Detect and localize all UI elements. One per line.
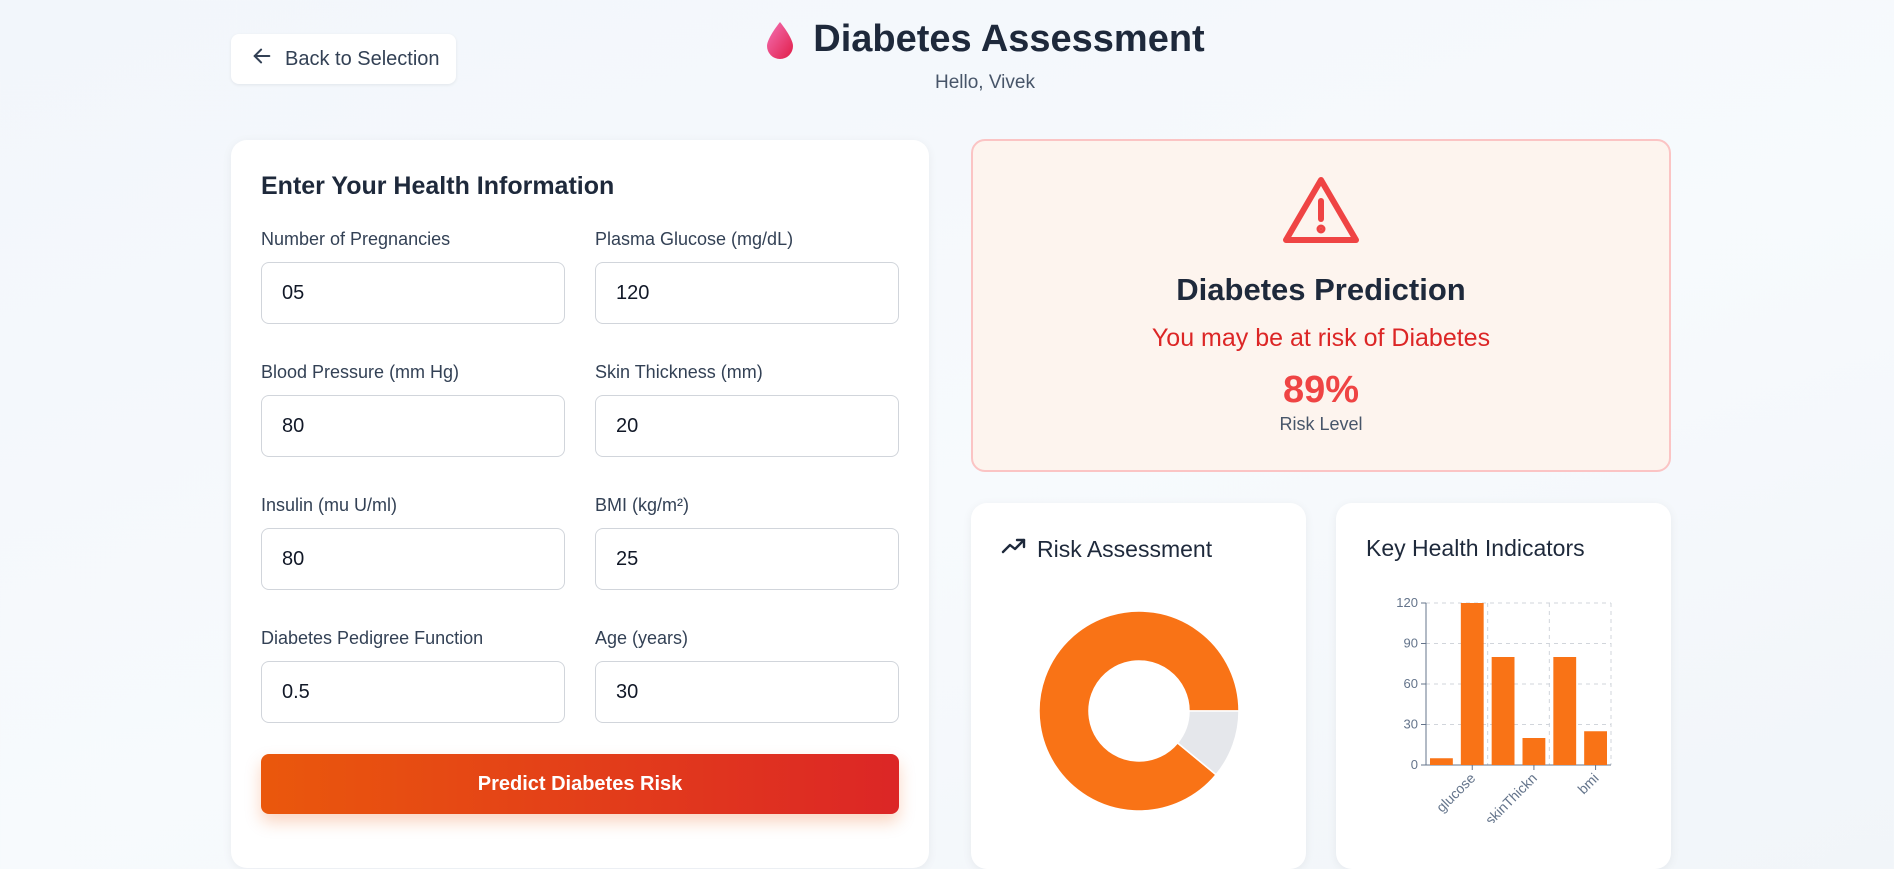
insulin-label: Insulin (mu U/ml) <box>261 495 398 515</box>
result-message: You may be at risk of Diabetes <box>1151 324 1491 352</box>
glucose-input[interactable] <box>595 262 899 324</box>
trending-up-icon <box>1001 535 1027 563</box>
pregnancies-field: Number of Pregnancies <box>261 229 565 324</box>
pedigree-label: Diabetes Pedigree Function <box>261 628 484 648</box>
form-title: Enter Your Health Information <box>261 172 615 200</box>
risk-donut-chart <box>1039 611 1239 811</box>
page-title: Diabetes Assessment <box>813 18 1205 60</box>
bar-skinThickn <box>1522 738 1546 765</box>
bmi-input[interactable] <box>595 528 899 590</box>
result-title: Diabetes Prediction <box>1176 272 1466 307</box>
predict-button[interactable]: Predict Diabetes Risk <box>261 754 899 814</box>
y-tick-label: 0 <box>1411 757 1418 772</box>
risk-level-caption: Risk Level <box>1279 414 1363 434</box>
age-label: Age (years) <box>595 628 689 648</box>
bar-bloodPressure <box>1491 657 1515 765</box>
bar-insulin <box>1553 657 1577 765</box>
bar-bmi <box>1584 731 1607 765</box>
glucose-label: Plasma Glucose (mg/dL) <box>595 229 794 249</box>
blood-pressure-input[interactable] <box>261 395 565 457</box>
key-health-indicators-title: Key Health Indicators <box>1366 535 1585 561</box>
skin-thickness-label: Skin Thickness (mm) <box>595 362 763 382</box>
y-tick-label: 60 <box>1404 676 1418 691</box>
x-tick-label: skinThickn <box>1482 770 1540 823</box>
pregnancies-label: Number of Pregnancies <box>261 229 451 249</box>
warning-triangle-icon <box>973 175 1669 250</box>
bar-glucose <box>1460 603 1484 765</box>
x-tick-label: bmi <box>1574 770 1601 797</box>
key-health-indicators-card: Key Health Indicators 0 30 60 90 120 glucose s… <box>1336 503 1671 869</box>
health-indicators-bar-chart: 0 30 60 90 120 glucose skinThickn bmi <box>1396 595 1612 823</box>
page-header: Diabetes Assessment Hello, Vivek <box>0 18 1894 94</box>
bmi-field: BMI (kg/m²) <box>595 495 899 590</box>
age-field: Age (years) <box>595 628 899 723</box>
health-info-form: Enter Your Health Information Number of … <box>231 140 929 868</box>
pedigree-input[interactable] <box>261 661 565 723</box>
blood-pressure-field: Blood Pressure (mm Hg) <box>261 362 565 457</box>
pregnancies-input[interactable] <box>261 262 565 324</box>
insulin-input[interactable] <box>261 528 565 590</box>
risk-assessment-title: Risk Assessment <box>1037 535 1213 562</box>
blood-drop-icon <box>765 21 795 59</box>
y-tick-label: 90 <box>1404 636 1418 651</box>
pedigree-field: Diabetes Pedigree Function <box>261 628 565 723</box>
skin-thickness-input[interactable] <box>595 395 899 457</box>
greeting-text: Hello, Vivek <box>935 71 1035 93</box>
bar-pregnancies <box>1430 758 1453 765</box>
glucose-field: Plasma Glucose (mg/dL) <box>595 229 899 324</box>
age-input[interactable] <box>595 661 899 723</box>
prediction-result-card: Diabetes Prediction You may be at risk o… <box>971 139 1671 472</box>
insulin-field: Insulin (mu U/ml) <box>261 495 565 590</box>
risk-assessment-card: Risk Assessment <box>971 503 1306 869</box>
x-tick-label: glucose <box>1433 770 1479 816</box>
bmi-label: BMI (kg/m²) <box>595 495 689 515</box>
risk-percentage: 89% <box>1282 369 1360 411</box>
blood-pressure-label: Blood Pressure (mm Hg) <box>261 362 460 382</box>
skin-thickness-field: Skin Thickness (mm) <box>595 362 899 457</box>
y-tick-label: 120 <box>1396 595 1418 610</box>
y-tick-label: 30 <box>1404 717 1418 732</box>
